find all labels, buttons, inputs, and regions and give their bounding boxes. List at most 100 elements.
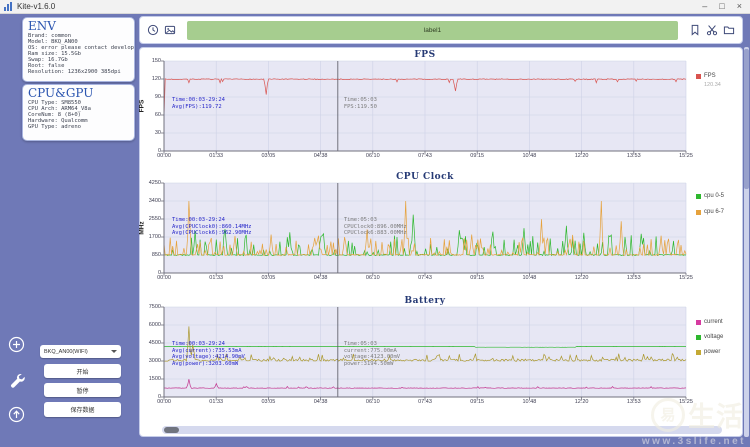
window-titlebar: Kite-v1.6.0 – □ × (0, 0, 750, 14)
close-button[interactable]: × (737, 0, 742, 13)
x-tick-label: 07:43 (410, 399, 440, 405)
scissors-icon[interactable] (706, 24, 718, 36)
x-tick-label: 07:43 (410, 275, 440, 281)
x-tick-label: 00:00 (149, 275, 179, 281)
legend-item[interactable]: current (696, 319, 723, 325)
settings-button[interactable] (8, 371, 25, 388)
chart-block-cpu-clock: CPU Clock MHz 08501700255034004250 00:00… (140, 172, 744, 290)
x-tick-label: 15:25 (671, 399, 701, 405)
app-chart-icon (4, 2, 13, 11)
chart-title: Battery (164, 296, 686, 306)
legend-label: FPS (704, 73, 716, 79)
wrench-icon (8, 371, 25, 388)
chart-block-battery: Battery 015003000450060007500 00:0001:33… (140, 296, 744, 414)
charts-panel: FPS FPS 0306090120150 00:0001:3303:0504:… (139, 47, 743, 437)
x-tick-label: 01:33 (201, 399, 231, 405)
screenshot-icon[interactable] (164, 24, 176, 36)
legend-swatch (696, 350, 701, 355)
card-line: Resolution: 1236x2900 385dpi (28, 69, 134, 75)
legend-label: voltage (704, 334, 723, 340)
legend-item[interactable]: cpu 0-5 (696, 193, 724, 199)
y-tick-label: 120 (139, 76, 161, 82)
legend-sub-value: 120.34 (704, 82, 721, 88)
y-tick-label: 4500 (139, 340, 161, 346)
device-select-value: BKQ_AN00(WIFI) (44, 349, 88, 355)
chart-title: CPU Clock (164, 172, 686, 182)
plot-area-battery[interactable] (164, 307, 686, 397)
x-tick-label: 01:33 (201, 153, 231, 159)
y-tick-label: 4250 (139, 180, 161, 186)
legend-swatch (696, 335, 701, 340)
start-button[interactable]: 开始 (44, 364, 121, 378)
x-tick-label: 01:33 (201, 275, 231, 281)
x-tick-label: 04:38 (306, 275, 336, 281)
top-toolbar: label1 (139, 16, 743, 44)
cpu-gpu-card-title: CPU&GPU (28, 86, 134, 100)
x-tick-label: 12:20 (567, 399, 597, 405)
upload-icon (8, 406, 25, 423)
y-axis-label: FPS (139, 100, 146, 113)
horizontal-scrollbar[interactable] (162, 426, 722, 434)
x-tick-label: 12:20 (567, 153, 597, 159)
y-tick-label: 3000 (139, 358, 161, 364)
x-tick-label: 15:25 (671, 275, 701, 281)
x-tick-label: 13:53 (619, 399, 649, 405)
x-tick-label: 03:05 (253, 153, 283, 159)
vertical-scroll-thumb[interactable] (744, 49, 749, 189)
cpu-gpu-card: CPU&GPU CPU Type: SM8550CPU Arch: ARM64_… (22, 84, 135, 141)
chart-block-fps: FPS FPS 0306090120150 00:0001:3303:0504:… (140, 50, 744, 168)
x-tick-label: 09:15 (462, 153, 492, 159)
x-tick-label: 13:53 (619, 275, 649, 281)
y-tick-label: 3400 (139, 198, 161, 204)
add-button[interactable] (8, 336, 25, 353)
save-data-button[interactable]: 保存数据 (44, 402, 121, 417)
plot-area-fps[interactable] (164, 61, 686, 151)
card-line: GPU Type: adreno (28, 124, 134, 130)
y-axis-label: MHz (139, 221, 146, 234)
vertical-scrollbar[interactable] (744, 47, 749, 437)
env-card-lines: Brand: commonModel: BKQ_AN00OS: error pl… (28, 33, 134, 75)
x-tick-label: 04:38 (306, 153, 336, 159)
x-tick-label: 00:00 (149, 153, 179, 159)
legend-label: cpu 6-7 (704, 209, 724, 215)
legend-item[interactable]: power (696, 349, 720, 355)
folder-icon[interactable] (723, 24, 735, 36)
x-tick-label: 04:38 (306, 399, 336, 405)
horizontal-scroll-thumb[interactable] (164, 427, 179, 433)
legend-swatch (696, 210, 701, 215)
legend-label: cpu 0-5 (704, 193, 724, 199)
x-tick-label: 07:43 (410, 153, 440, 159)
x-tick-label: 06:10 (358, 275, 388, 281)
legend-item[interactable]: cpu 6-7 (696, 209, 724, 215)
x-tick-label: 10:48 (514, 275, 544, 281)
maximize-button[interactable]: □ (719, 0, 724, 13)
env-card: ENV Brand: commonModel: BKQ_AN00OS: erro… (22, 17, 135, 82)
x-tick-label: 09:15 (462, 275, 492, 281)
label-input[interactable]: label1 (187, 21, 678, 40)
y-tick-label: 6000 (139, 322, 161, 328)
y-tick-label: 1700 (139, 234, 161, 240)
x-tick-label: 03:05 (253, 399, 283, 405)
minimize-button[interactable]: – (702, 0, 707, 13)
legend-label: current (704, 319, 723, 325)
chart-title: FPS (164, 50, 686, 60)
x-tick-label: 03:05 (253, 275, 283, 281)
legend-swatch (696, 74, 701, 79)
legend-item[interactable]: voltage (696, 334, 723, 340)
y-tick-label: 1500 (139, 376, 161, 382)
plot-area-cpu-clock[interactable] (164, 183, 686, 273)
x-tick-label: 06:10 (358, 399, 388, 405)
pause-button[interactable]: 暂停 (44, 383, 121, 397)
upload-button[interactable] (8, 406, 25, 423)
x-tick-label: 15:25 (671, 153, 701, 159)
legend-label: power (704, 349, 720, 355)
legend-swatch (696, 194, 701, 199)
y-tick-label: 150 (139, 58, 161, 64)
history-icon[interactable] (147, 24, 159, 36)
x-tick-label: 10:48 (514, 399, 544, 405)
env-card-title: ENV (28, 19, 134, 33)
y-tick-label: 7500 (139, 304, 161, 310)
device-select[interactable]: BKQ_AN00(WIFI) (40, 345, 121, 358)
bookmark-icon[interactable] (689, 24, 701, 36)
legend-item[interactable]: FPS (696, 73, 716, 79)
